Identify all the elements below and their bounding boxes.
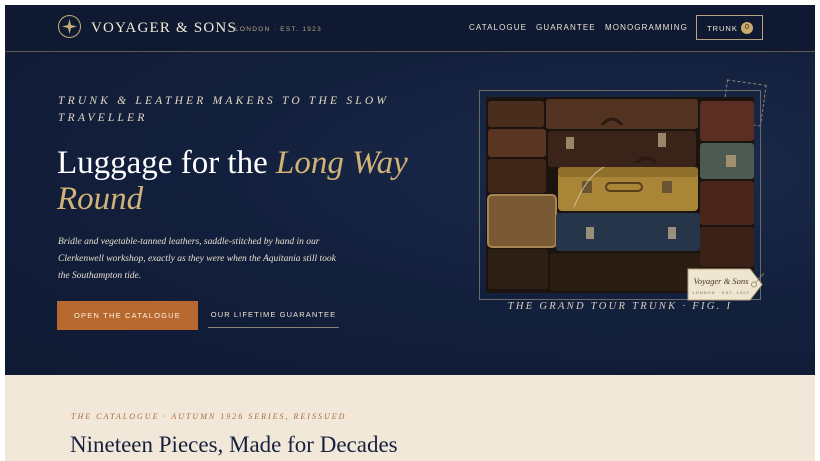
top-navigation: VOYAGER & SONS LONDON · EST. 1923 CATALO…: [5, 5, 815, 52]
trunk-label: TRUNK: [707, 24, 738, 33]
compass-star-icon[interactable]: [58, 15, 81, 38]
photo-caption: THE GRAND TOUR TRUNK · FIG. I: [507, 301, 733, 312]
luggage-tag-label: Voyager & Sons LONDON · EST. 1923: [686, 267, 764, 302]
nav-link-guarantee[interactable]: GUARANTEE: [536, 23, 596, 32]
hero-section: VOYAGER & SONS LONDON · EST. 1923 CATALO…: [5, 5, 815, 375]
trunk-count-badge: 0: [741, 22, 753, 34]
page: VOYAGER & SONS LONDON · EST. 1923 CATALO…: [5, 5, 815, 461]
stacked-suitcases-photo: [486, 97, 754, 293]
nav-link-monogramming[interactable]: MONOGRAMMING: [605, 23, 688, 32]
catalogue-eyebrow: THE CATALOGUE · AUTUMN 1926 SERIES, REIS…: [71, 412, 347, 421]
hero-headline: Luggage for the Long Way Round: [57, 145, 457, 217]
tag-brand-name: Voyager & Sons: [693, 276, 749, 286]
catalogue-title: Nineteen Pieces, Made for Decades: [70, 432, 398, 457]
catalogue-section: THE CATALOGUE · AUTUMN 1926 SERIES, REIS…: [5, 375, 815, 461]
open-catalogue-button[interactable]: OPEN THE CATALOGUE: [57, 301, 198, 330]
tag-brand-tagline: LONDON · EST. 1923: [692, 290, 750, 295]
brand-tagline: LONDON · EST. 1923: [235, 26, 322, 33]
hero-lede: Bridle and vegetable-tanned leathers, sa…: [58, 237, 336, 281]
headline-plain: Luggage for the: [57, 145, 276, 181]
trunk-cart-button[interactable]: TRUNK 0: [696, 15, 763, 40]
brand-name[interactable]: VOYAGER & SONS: [91, 20, 237, 37]
lifetime-guarantee-link[interactable]: OUR LIFETIME GUARANTEE: [208, 310, 339, 328]
nav-link-catalogue[interactable]: CATALOGUE: [469, 23, 527, 32]
hero-eyebrow: TRUNK & LEATHER MAKERS TO THE SLOW TRAVE…: [58, 95, 390, 124]
